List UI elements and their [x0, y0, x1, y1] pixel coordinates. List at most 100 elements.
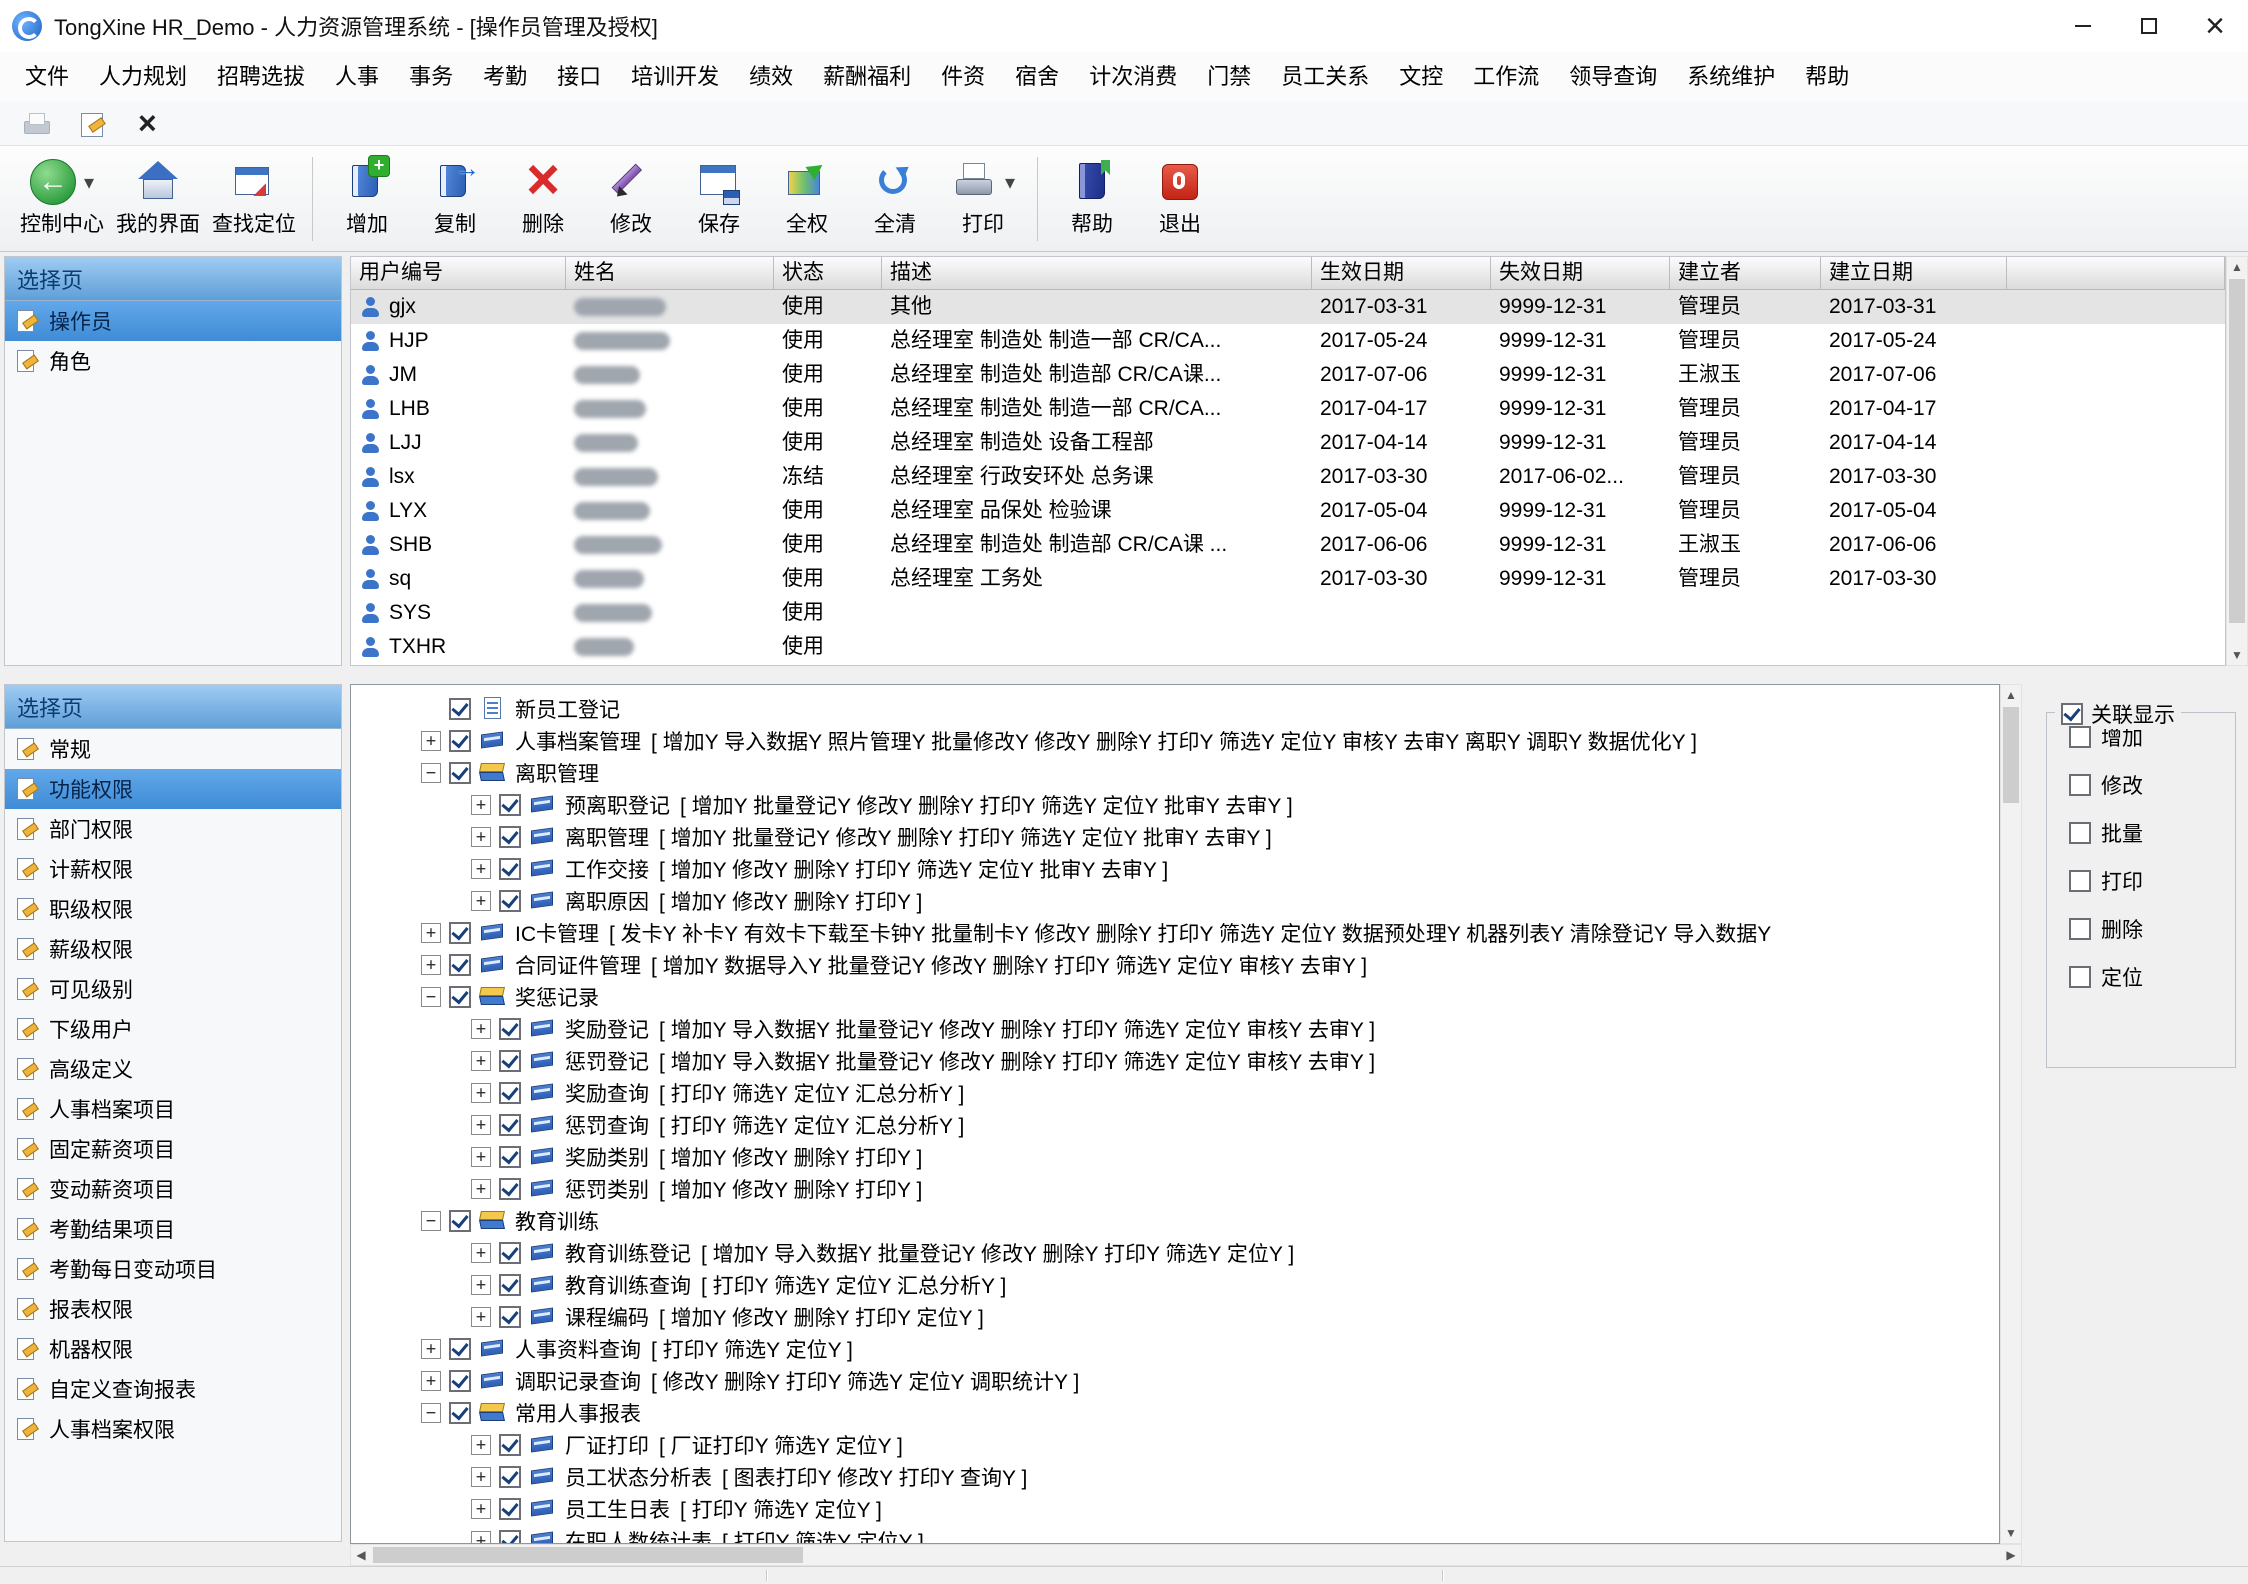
- menu-item[interactable]: 文件: [10, 52, 84, 102]
- menu-item[interactable]: 宿舍: [1000, 52, 1074, 102]
- tree-checkbox[interactable]: [499, 1114, 521, 1136]
- column-header[interactable]: 失效日期: [1491, 257, 1670, 289]
- column-header[interactable]: 用户编号: [351, 257, 566, 289]
- control-center-button[interactable]: 控制中心: [14, 155, 110, 242]
- sidebar-item[interactable]: 职级权限: [5, 889, 341, 929]
- sidebar-item[interactable]: 计薪权限: [5, 849, 341, 889]
- expand-toggle-icon[interactable]: +: [471, 1307, 491, 1327]
- tree-item[interactable]: + 离职管理 [ 增加Y 批量登记Y 修改Y 删除Y 打印Y 筛选Y 定位Y 批…: [351, 821, 1999, 853]
- tree-item[interactable]: + IC卡管理 [ 发卡Y 补卡Y 有效卡下载至卡钟Y 批量制卡Y 修改Y 删除…: [351, 917, 1999, 949]
- tree-checkbox[interactable]: [499, 1274, 521, 1296]
- tree-item[interactable]: + 员工状态分析表 [ 图表打印Y 修改Y 打印Y 查询Y ]: [351, 1461, 1999, 1493]
- tree-checkbox[interactable]: [499, 794, 521, 816]
- scrollbar-thumb[interactable]: [373, 1547, 803, 1563]
- sidebar-item[interactable]: 考勤每日变动项目: [5, 1249, 341, 1289]
- option-checkbox[interactable]: [2069, 918, 2091, 940]
- tree-vertical-scrollbar[interactable]: [2000, 684, 2022, 1544]
- expand-toggle-icon[interactable]: +: [471, 891, 491, 911]
- maximize-button[interactable]: [2116, 0, 2182, 52]
- tree-checkbox[interactable]: [499, 1242, 521, 1264]
- scroll-down-arrow-icon[interactable]: [2227, 645, 2247, 665]
- expand-toggle-icon[interactable]: +: [421, 923, 441, 943]
- tree-item[interactable]: + 离职原因 [ 增加Y 修改Y 删除Y 打印Y ]: [351, 885, 1999, 917]
- table-row[interactable]: SHB 使用 总经理室 制造处 制造部 CR/CA课 ... 2017-06-0…: [351, 528, 2225, 562]
- menu-item[interactable]: 系统维护: [1672, 52, 1790, 102]
- tree-item[interactable]: − 教育训练: [351, 1205, 1999, 1237]
- sidebar-item[interactable]: 人事档案权限: [5, 1409, 341, 1449]
- clear-all-button[interactable]: 全清: [851, 155, 939, 242]
- expand-toggle-icon[interactable]: +: [421, 955, 441, 975]
- tree-checkbox[interactable]: [449, 730, 471, 752]
- tree-checkbox[interactable]: [499, 1178, 521, 1200]
- tree-checkbox[interactable]: [499, 1434, 521, 1456]
- tree-item[interactable]: + 人事资料查询 [ 打印Y 筛选Y 定位Y ]: [351, 1333, 1999, 1365]
- menu-item[interactable]: 人力规划: [84, 52, 202, 102]
- menu-item[interactable]: 薪酬福利: [808, 52, 926, 102]
- column-header[interactable]: 生效日期: [1312, 257, 1491, 289]
- find-locate-button[interactable]: 查找定位: [206, 155, 302, 242]
- menu-item[interactable]: 人事: [320, 52, 394, 102]
- menu-item[interactable]: 计次消费: [1074, 52, 1192, 102]
- table-row[interactable]: LHB 使用 总经理室 制造处 制造一部 CR/CA... 2017-04-17…: [351, 392, 2225, 426]
- expand-toggle-icon[interactable]: −: [421, 987, 441, 1007]
- delete-button[interactable]: 删除: [499, 155, 587, 242]
- link-display-checkbox[interactable]: [2061, 703, 2083, 725]
- menu-item[interactable]: 帮助: [1790, 52, 1864, 102]
- scroll-right-arrow-icon[interactable]: [2001, 1545, 2021, 1565]
- scroll-up-arrow-icon[interactable]: [2001, 685, 2021, 705]
- expand-toggle-icon[interactable]: −: [421, 1211, 441, 1231]
- table-vertical-scrollbar[interactable]: [2226, 256, 2248, 666]
- tree-checkbox[interactable]: [449, 922, 471, 944]
- help-button[interactable]: 帮助: [1048, 155, 1136, 242]
- tree-checkbox[interactable]: [449, 1370, 471, 1392]
- scroll-down-arrow-icon[interactable]: [2001, 1523, 2021, 1543]
- tree-checkbox[interactable]: [499, 826, 521, 848]
- tree-checkbox[interactable]: [449, 1210, 471, 1232]
- chevron-down-icon[interactable]: [997, 170, 1015, 195]
- scroll-left-arrow-icon[interactable]: [351, 1545, 371, 1565]
- tree-item[interactable]: + 奖励登记 [ 增加Y 导入数据Y 批量登记Y 修改Y 删除Y 打印Y 筛选Y…: [351, 1013, 1999, 1045]
- scrollbar-thumb[interactable]: [2003, 707, 2019, 803]
- tree-checkbox[interactable]: [449, 986, 471, 1008]
- option-checkbox[interactable]: [2069, 870, 2091, 892]
- option-checkbox[interactable]: [2069, 822, 2091, 844]
- menu-item[interactable]: 招聘选拔: [202, 52, 320, 102]
- column-header[interactable]: 建立者: [1670, 257, 1821, 289]
- sidebar-item[interactable]: 固定薪资项目: [5, 1129, 341, 1169]
- expand-toggle-icon[interactable]: +: [421, 1371, 441, 1391]
- expand-toggle-icon[interactable]: +: [471, 1275, 491, 1295]
- print-button[interactable]: 打印: [939, 155, 1027, 242]
- tree-checkbox[interactable]: [499, 1018, 521, 1040]
- print-preview-icon[interactable]: [22, 111, 52, 137]
- table-row[interactable]: LYX 使用 总经理室 品保处 检验课 2017-05-04 9999-12-3…: [351, 494, 2225, 528]
- sidebar-item[interactable]: 功能权限: [5, 769, 341, 809]
- expand-toggle-icon[interactable]: +: [471, 1179, 491, 1199]
- close-view-icon[interactable]: [134, 111, 164, 137]
- expand-toggle-icon[interactable]: −: [421, 763, 441, 783]
- table-row[interactable]: JM 使用 总经理室 制造处 制造部 CR/CA课... 2017-07-06 …: [351, 358, 2225, 392]
- expand-toggle-icon[interactable]: +: [471, 1019, 491, 1039]
- column-header[interactable]: 姓名: [566, 257, 774, 289]
- column-header[interactable]: 描述: [882, 257, 1312, 289]
- tree-checkbox[interactable]: [449, 762, 471, 784]
- sidebar-item[interactable]: 自定义查询报表: [5, 1369, 341, 1409]
- expand-toggle-icon[interactable]: +: [471, 1467, 491, 1487]
- tree-horizontal-scrollbar[interactable]: [350, 1544, 2022, 1566]
- menu-item[interactable]: 件资: [926, 52, 1000, 102]
- exit-button[interactable]: 退出: [1136, 155, 1224, 242]
- add-button[interactable]: 增加: [323, 155, 411, 242]
- tree-checkbox[interactable]: [499, 1146, 521, 1168]
- expand-toggle-icon[interactable]: +: [421, 1339, 441, 1359]
- tree-checkbox[interactable]: [499, 1050, 521, 1072]
- menu-item[interactable]: 工作流: [1458, 52, 1554, 102]
- close-button[interactable]: [2182, 0, 2248, 52]
- table-row[interactable]: SYS 使用: [351, 596, 2225, 630]
- tree-item[interactable]: + 人事档案管理 [ 增加Y 导入数据Y 照片管理Y 批量修改Y 修改Y 删除Y…: [351, 725, 1999, 757]
- tree-item[interactable]: + 合同证件管理 [ 增加Y 数据导入Y 批量登记Y 修改Y 删除Y 打印Y 筛…: [351, 949, 1999, 981]
- tree-checkbox[interactable]: [499, 890, 521, 912]
- tree-item[interactable]: + 课程编码 [ 增加Y 修改Y 删除Y 打印Y 定位Y ]: [351, 1301, 1999, 1333]
- minimize-button[interactable]: [2050, 0, 2116, 52]
- sidebar-item[interactable]: 角色: [5, 341, 341, 381]
- menu-item[interactable]: 门禁: [1192, 52, 1266, 102]
- tree-checkbox[interactable]: [449, 1338, 471, 1360]
